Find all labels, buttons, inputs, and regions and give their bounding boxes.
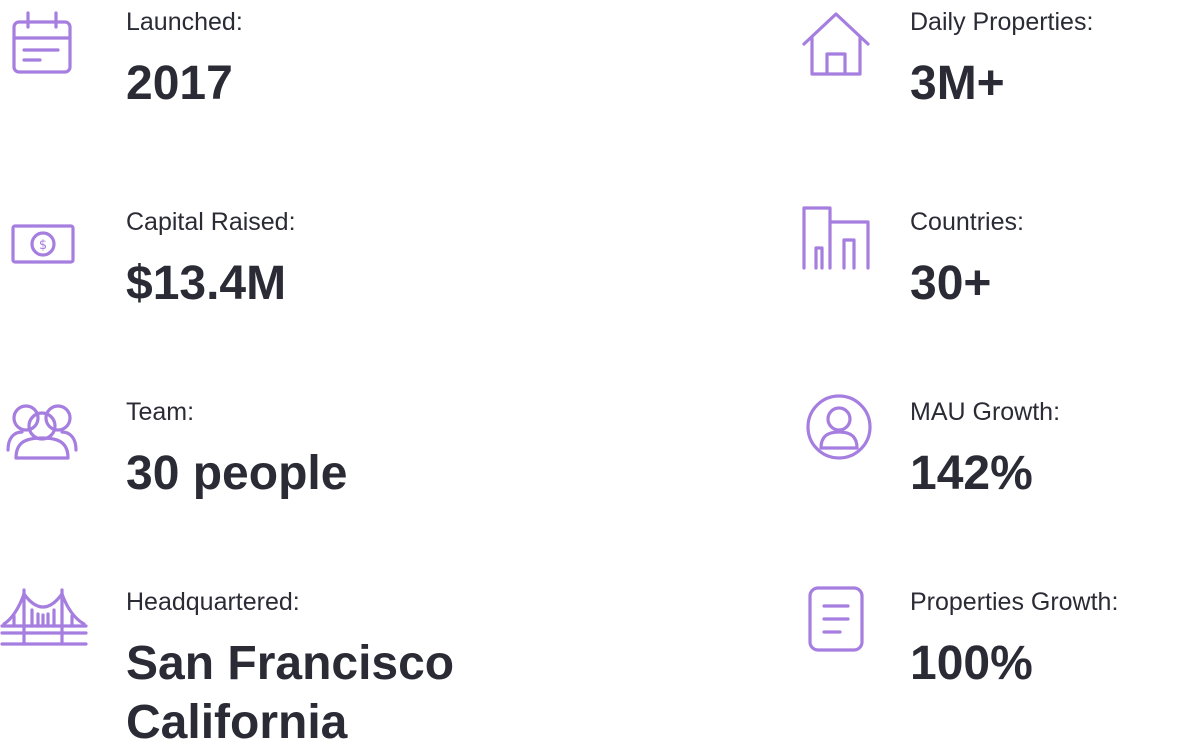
user-circle-icon [804, 392, 874, 467]
stat-value: 100% [910, 637, 1033, 690]
stat-value: 3M+ [910, 57, 1005, 110]
buildings-icon [800, 204, 872, 277]
stat-label: Countries: [910, 208, 1024, 236]
calendar-icon [10, 10, 74, 81]
stat-label: Daily Properties: [910, 8, 1094, 36]
cash-icon: $ [10, 220, 76, 271]
stat-value: 30 people [126, 447, 348, 500]
stat-value: San Francisco [126, 637, 455, 690]
bridge-icon [0, 586, 88, 651]
team-icon [4, 400, 80, 467]
stat-value-line2: California [126, 696, 348, 749]
svg-text:$: $ [39, 238, 47, 253]
house-icon [800, 10, 872, 83]
stat-value: 142% [910, 447, 1033, 500]
stat-label: Team: [126, 398, 195, 426]
document-icon [804, 584, 868, 659]
stat-label: Headquartered: [126, 588, 300, 616]
stat-value: 30+ [910, 257, 992, 310]
stat-label: Properties Growth: [910, 588, 1119, 616]
stat-label: MAU Growth: [910, 398, 1061, 426]
stat-value: $13.4M [126, 257, 287, 310]
stat-label: Launched: [126, 8, 243, 36]
stat-value: 2017 [126, 57, 233, 110]
stat-label: Capital Raised: [126, 208, 296, 236]
